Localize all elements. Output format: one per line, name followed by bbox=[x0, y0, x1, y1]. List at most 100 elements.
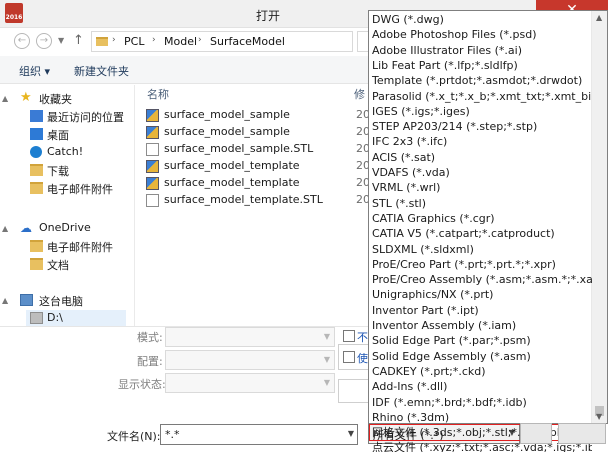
file-type-dropdown-list[interactable]: ▲ ▼ DWG (*.dwg) Adobe Photoshop Files (*.… bbox=[368, 10, 608, 452]
filename-input[interactable]: *.* ▼ bbox=[160, 424, 358, 445]
file-type-option[interactable]: Solid Edge Part (*.par;*.psm) bbox=[370, 333, 592, 349]
folder-icon bbox=[30, 258, 43, 270]
file-type-option[interactable]: ProE/Creo Part (*.prt;*.prt.*;*.xpr) bbox=[370, 257, 592, 273]
download-folder-icon bbox=[30, 164, 43, 176]
model-file-icon bbox=[146, 160, 159, 173]
organize-menu[interactable]: 组织 ▾ bbox=[19, 63, 50, 79]
display-state-label: 显示状态: bbox=[118, 378, 166, 391]
address-bar[interactable]: › PCL › Model › SurfaceModel bbox=[91, 31, 353, 52]
expand-arrow-icon: ▲ bbox=[2, 94, 9, 103]
chevron-down-icon: ▼ bbox=[323, 355, 330, 364]
option-checkbox-2[interactable] bbox=[343, 351, 355, 363]
folder-icon bbox=[96, 37, 108, 46]
column-header-name[interactable]: 名称 bbox=[147, 86, 169, 102]
scroll-up-icon[interactable]: ▲ bbox=[596, 13, 602, 22]
file-type-option[interactable]: IGES (*.igs;*.iges) bbox=[370, 104, 592, 120]
file-name: surface_model_sample bbox=[164, 108, 290, 121]
file-row[interactable]: surface_model_template 20 bbox=[145, 158, 370, 175]
file-type-option[interactable]: DWG (*.dwg) bbox=[370, 12, 592, 28]
navigation-pane: ▲ ★ 收藏夹 最近访问的位置 桌面 Catch! 下载 电子邮件附件 ▲ ☁ … bbox=[0, 85, 135, 327]
side-panel-box bbox=[338, 379, 370, 403]
nav-drive-d[interactable]: D:\ bbox=[26, 310, 126, 327]
file-type-option[interactable]: CATIA V5 (*.catpart;*.catproduct) bbox=[370, 226, 592, 242]
breadcrumb-separator: › bbox=[112, 35, 116, 45]
new-folder-button[interactable]: 新建文件夹 bbox=[74, 63, 129, 79]
column-header-modified[interactable]: 修 bbox=[354, 86, 365, 102]
file-type-option[interactable]: Unigraphics/NX (*.prt) bbox=[370, 287, 592, 303]
file-row[interactable]: surface_model_sample 20 bbox=[145, 107, 370, 124]
breadcrumb-separator: › bbox=[152, 35, 156, 45]
file-type-option[interactable]: ACIS (*.sat) bbox=[370, 150, 592, 166]
nav-label: D:\ bbox=[47, 311, 63, 324]
model-file-icon bbox=[146, 109, 159, 122]
recent-icon bbox=[30, 110, 43, 122]
file-type-option[interactable]: Parasolid (*.x_t;*.x_b;*.xmt_txt;*.xmt_b… bbox=[370, 89, 592, 105]
document-icon bbox=[146, 194, 159, 207]
file-type-option[interactable]: Adobe Illustrator Files (*.ai) bbox=[370, 43, 592, 59]
back-button[interactable]: ← bbox=[14, 33, 30, 49]
open-button[interactable] bbox=[520, 423, 552, 444]
model-file-icon bbox=[146, 126, 159, 139]
nav-label: OneDrive bbox=[39, 221, 91, 234]
file-type-option[interactable]: IDF (*.emn;*.brd;*.bdf;*.idb) bbox=[370, 395, 592, 411]
nav-label: 这台电脑 bbox=[39, 295, 83, 308]
expand-arrow-icon: ▲ bbox=[2, 224, 9, 233]
star-icon: ★ bbox=[20, 90, 32, 105]
file-type-option[interactable]: STL (*.stl) bbox=[370, 196, 592, 212]
file-name: surface_model_template bbox=[164, 159, 300, 172]
file-type-option[interactable]: IFC 2x3 (*.ifc) bbox=[370, 134, 592, 150]
file-type-option[interactable]: CATIA Graphics (*.cgr) bbox=[370, 211, 592, 227]
model-file-icon bbox=[146, 177, 159, 190]
recent-locations-dropdown[interactable]: ▼ bbox=[58, 36, 64, 45]
nav-label: 电子邮件附件 bbox=[47, 183, 113, 196]
dropdown-scrollbar[interactable]: ▲ ▼ bbox=[591, 11, 607, 423]
nav-label: 文档 bbox=[47, 259, 69, 272]
nav-label: 桌面 bbox=[47, 129, 69, 142]
config-select[interactable]: ▼ bbox=[165, 350, 335, 370]
file-type-option[interactable]: VRML (*.wrl) bbox=[370, 180, 592, 196]
forward-button[interactable]: → bbox=[36, 33, 52, 49]
filename-label: 文件名(N): bbox=[107, 430, 161, 443]
file-type-option[interactable]: Template (*.prtdot;*.asmdot;*.drwdot) bbox=[370, 73, 592, 89]
breadcrumb-surfacemodel[interactable]: SurfaceModel bbox=[210, 35, 285, 48]
breadcrumb-model[interactable]: Model bbox=[164, 35, 197, 48]
display-state-select[interactable]: ▼ bbox=[165, 373, 335, 393]
file-type-option[interactable]: Solid Edge Assembly (*.asm) bbox=[370, 349, 592, 365]
file-type-option[interactable]: Lib Feat Part (*.lfp;*.sldlfp) bbox=[370, 58, 592, 74]
chevron-down-icon: ▼ bbox=[323, 378, 330, 387]
folder-icon bbox=[30, 240, 43, 252]
file-list: 名称 修 surface_model_sample 20 surface_mod… bbox=[140, 85, 370, 325]
file-type-option[interactable]: CADKEY (*.prt;*.ckd) bbox=[370, 364, 592, 380]
up-folder-button[interactable]: ↑ bbox=[73, 33, 84, 48]
options-panel: 模式: ▼ 配置: ▼ 显示状态: ▼ 不 使 文件名(N): *.* ▼ bbox=[0, 326, 370, 452]
option-checkbox-1[interactable] bbox=[343, 330, 355, 342]
file-row[interactable]: surface_model_sample 20 bbox=[145, 124, 370, 141]
desktop-icon bbox=[30, 128, 43, 140]
nav-label: 收藏夹 bbox=[39, 93, 72, 106]
file-row[interactable]: surface_model_sample.STL 20 bbox=[145, 141, 370, 158]
cancel-button[interactable] bbox=[558, 423, 606, 444]
file-type-option[interactable]: STEP AP203/214 (*.step;*.stp) bbox=[370, 119, 592, 135]
filename-value: *.* bbox=[165, 428, 180, 441]
file-type-option[interactable]: SLDXML (*.sldxml) bbox=[370, 242, 592, 258]
file-type-option[interactable]: Add-Ins (*.dll) bbox=[370, 379, 592, 395]
file-row[interactable]: surface_model_template.STL 20 bbox=[145, 192, 370, 209]
drive-icon bbox=[30, 312, 43, 324]
file-type-option[interactable]: Inventor Part (*.ipt) bbox=[370, 303, 592, 319]
cloud-icon: ☁ bbox=[20, 221, 32, 235]
config-label: 配置: bbox=[137, 355, 163, 368]
breadcrumb-separator: › bbox=[198, 35, 202, 45]
file-name: surface_model_sample bbox=[164, 125, 290, 138]
scroll-down-icon[interactable]: ▼ bbox=[596, 412, 602, 421]
mode-select[interactable]: ▼ bbox=[165, 327, 335, 347]
file-row[interactable]: surface_model_template 20 bbox=[145, 175, 370, 192]
file-type-option[interactable]: Adobe Photoshop Files (*.psd) bbox=[370, 27, 592, 43]
expand-arrow-icon: ▲ bbox=[2, 296, 9, 305]
file-type-option[interactable]: ProE/Creo Assembly (*.asm;*.asm.*;*.xas) bbox=[370, 272, 592, 288]
file-type-option[interactable]: Inventor Assembly (*.iam) bbox=[370, 318, 592, 334]
folder-icon bbox=[30, 182, 43, 194]
file-name: surface_model_template bbox=[164, 176, 300, 189]
catch-icon bbox=[30, 146, 42, 158]
file-type-option[interactable]: VDAFS (*.vda) bbox=[370, 165, 592, 181]
breadcrumb-pcl[interactable]: PCL bbox=[124, 35, 144, 48]
